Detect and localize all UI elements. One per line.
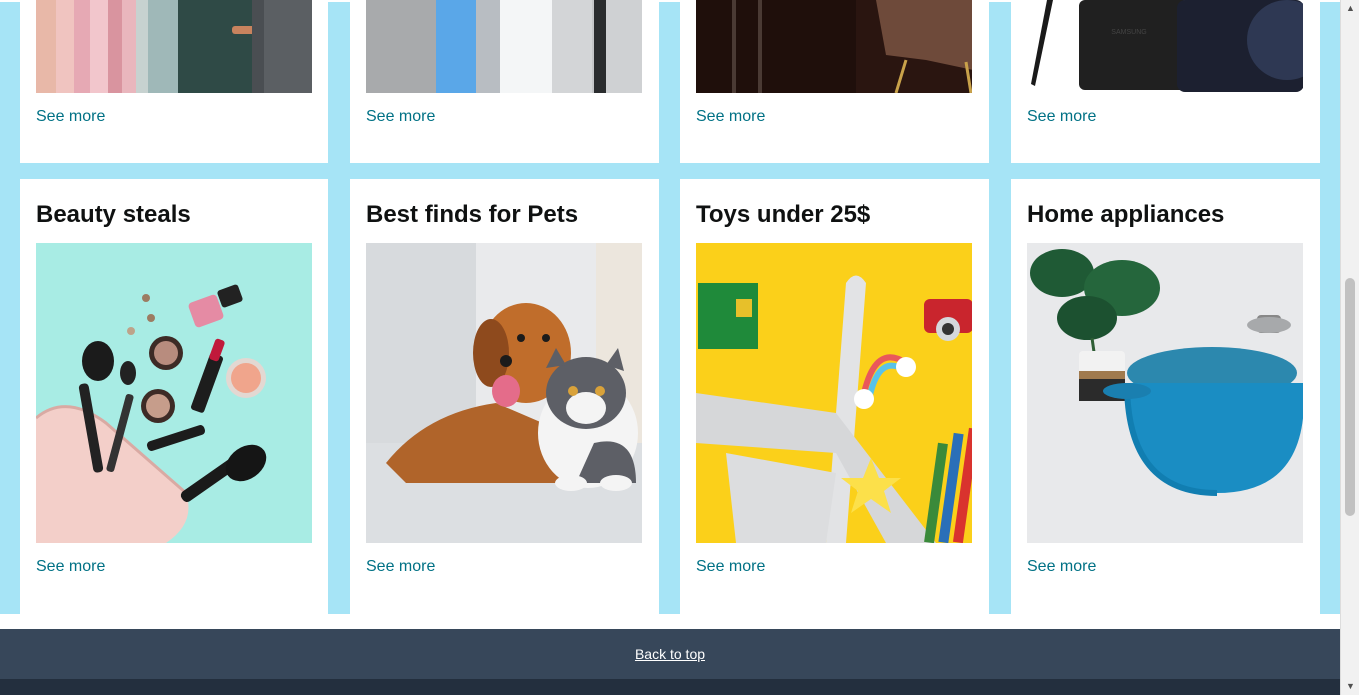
see-more-link[interactable]: See more bbox=[1027, 108, 1096, 126]
main-content: See more See more See more SAMSUNG See m… bbox=[0, 0, 1340, 614]
back-to-top-link[interactable]: Back to top bbox=[0, 646, 1340, 662]
category-card-beauty: Beauty steals See more bbox=[20, 179, 328, 614]
category-card: See more bbox=[680, 0, 989, 163]
blue-dutch-oven-image[interactable] bbox=[1027, 243, 1303, 543]
furniture-image[interactable] bbox=[696, 0, 972, 93]
toy-airplane-image[interactable] bbox=[696, 243, 972, 543]
arrow-down-icon[interactable]: ▼ bbox=[1341, 678, 1359, 695]
vertical-scrollbar[interactable]: ▲ ▼ bbox=[1340, 0, 1359, 695]
card-title: Beauty steals bbox=[36, 201, 191, 228]
card-title: Best finds for Pets bbox=[366, 201, 579, 228]
see-more-link[interactable]: See more bbox=[366, 558, 435, 576]
see-more-link[interactable]: See more bbox=[1027, 558, 1096, 576]
category-card: SAMSUNG See more bbox=[1011, 0, 1320, 163]
fabric-swatches-image[interactable] bbox=[36, 0, 312, 93]
card-title: Toys under 25$ bbox=[696, 201, 871, 228]
dog-and-cat-image[interactable] bbox=[366, 243, 642, 543]
smartphone-image[interactable]: SAMSUNG bbox=[1027, 0, 1303, 93]
category-card-toys: Toys under 25$ See more bbox=[680, 179, 989, 614]
bottles-image[interactable] bbox=[366, 0, 642, 93]
scrollbar-thumb[interactable] bbox=[1345, 278, 1355, 516]
see-more-link[interactable]: See more bbox=[696, 108, 765, 126]
category-card: See more bbox=[350, 0, 659, 163]
see-more-link[interactable]: See more bbox=[36, 108, 105, 126]
see-more-link[interactable]: See more bbox=[366, 108, 435, 126]
category-card-pets: Best finds for Pets See more bbox=[350, 179, 659, 614]
svg-text:SAMSUNG: SAMSUNG bbox=[1111, 29, 1146, 36]
makeup-products-image[interactable] bbox=[36, 243, 312, 543]
footer-bottom-strip bbox=[0, 679, 1340, 695]
see-more-link[interactable]: See more bbox=[36, 558, 105, 576]
see-more-link[interactable]: See more bbox=[696, 558, 765, 576]
category-card: See more bbox=[20, 0, 328, 163]
arrow-up-icon[interactable]: ▲ bbox=[1341, 0, 1359, 17]
card-title: Home appliances bbox=[1027, 201, 1225, 228]
category-card-home: Home appliances See more bbox=[1011, 179, 1320, 614]
